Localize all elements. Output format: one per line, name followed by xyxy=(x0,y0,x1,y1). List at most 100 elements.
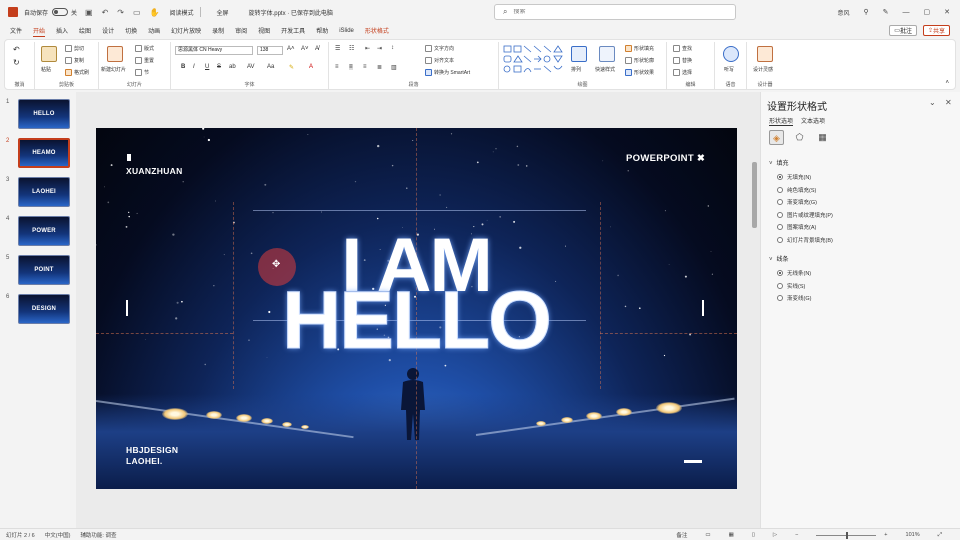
change-case-button[interactable]: Aa xyxy=(267,64,274,70)
italic-button[interactable]: I xyxy=(193,64,195,70)
tab-7[interactable]: 幻灯片放映 xyxy=(171,26,201,36)
microphone-icon[interactable] xyxy=(723,46,739,62)
collapse-ribbon-icon[interactable]: ˄ xyxy=(945,80,949,86)
tab-0[interactable]: 文件 xyxy=(10,26,22,36)
present-icon[interactable]: ▭ xyxy=(133,8,141,17)
shapes-gallery-icon[interactable] xyxy=(503,45,565,75)
user-name[interactable]: 意风 xyxy=(837,8,849,17)
numbering-icon[interactable]: ☷ xyxy=(349,45,354,52)
tab-10[interactable]: 视图 xyxy=(258,26,270,36)
share-button[interactable]: ⇪ 共享 xyxy=(922,25,950,36)
slide-thumbnail[interactable]: 6 DESIGN xyxy=(0,294,76,328)
tab-8[interactable]: 录制 xyxy=(212,26,224,36)
thumbnail-preview[interactable]: HELLO xyxy=(18,99,70,129)
tab-6[interactable]: 动画 xyxy=(148,26,160,36)
arrange-icon[interactable] xyxy=(571,46,587,62)
zoom-level[interactable]: 101% xyxy=(906,532,920,538)
radio-button[interactable] xyxy=(777,270,783,276)
underline-button[interactable]: U xyxy=(205,64,209,70)
redo-icon[interactable]: ↻ xyxy=(13,58,20,67)
slide-thumbnail[interactable]: 5 POINT xyxy=(0,255,76,289)
slide-thumbnail[interactable]: 3 LAOHEI xyxy=(0,177,76,211)
comment-button[interactable]: ▭ 批注 xyxy=(889,25,917,36)
design-ideas-button[interactable]: 设计灵感 xyxy=(753,66,773,73)
current-slide[interactable]: XUANZHUAN POWERPOINT ✖ I AM HELLO HBJDES… xyxy=(96,128,737,489)
slide-thumbnail[interactable]: 1 HELLO xyxy=(0,99,76,133)
zoom-slider[interactable] xyxy=(816,531,877,539)
thumbnail-preview[interactable]: HEAMO xyxy=(18,138,70,168)
reading-mode-button[interactable]: 阅读模式 xyxy=(170,8,194,17)
tab-5[interactable]: 切换 xyxy=(125,26,137,36)
radio-option[interactable]: 图片或纹理填充(P) xyxy=(777,211,833,219)
language-indicator[interactable]: 中文(中国) xyxy=(45,531,71,539)
radio-button[interactable] xyxy=(777,199,783,205)
layout-button[interactable]: 版式 xyxy=(135,45,154,53)
thumbnail-preview[interactable]: POINT xyxy=(18,255,70,285)
clear-format-icon[interactable]: A̸ xyxy=(315,46,319,52)
tab-13[interactable]: iSlide xyxy=(339,28,354,35)
align-text-button[interactable]: 对齐文本 xyxy=(425,57,454,65)
tab-14[interactable]: 形状格式 xyxy=(365,26,389,36)
cut-button[interactable]: 剪切 xyxy=(65,45,84,53)
tab-4[interactable]: 设计 xyxy=(102,26,114,36)
section-button[interactable]: 节 xyxy=(135,69,149,77)
shrink-font-icon[interactable]: A˅ xyxy=(301,46,309,52)
strikethrough-button[interactable]: S xyxy=(217,64,221,70)
fill-section-header[interactable]: ˅ 填充 xyxy=(769,158,789,167)
slide-sorter-icon[interactable]: ▦ xyxy=(729,532,734,538)
bullets-icon[interactable]: ☰ xyxy=(335,45,340,52)
fill-line-icon[interactable]: ◈ xyxy=(769,130,784,145)
fullscreen-button[interactable]: 全屏 xyxy=(217,8,229,17)
radio-option[interactable]: 实线(S) xyxy=(777,282,805,290)
quick-styles-button[interactable]: 快速样式 xyxy=(595,66,615,73)
radio-button[interactable] xyxy=(777,295,783,301)
radio-option[interactable]: 图案填充(A) xyxy=(777,223,816,231)
slide-title-line2[interactable]: HELLO xyxy=(246,279,586,362)
font-name-select[interactable]: 思源黑体 CN Heavy xyxy=(175,46,253,55)
paste-button[interactable]: 粘贴 xyxy=(41,66,51,73)
shape-effects-button[interactable]: 形状效果 xyxy=(625,69,654,77)
thumbnail-preview[interactable]: DESIGN xyxy=(18,294,70,324)
designer-icon[interactable] xyxy=(757,46,773,62)
radio-option[interactable]: 渐变填充(G) xyxy=(777,198,817,206)
align-center-icon[interactable]: ≡ xyxy=(349,64,353,70)
radio-option[interactable]: 渐变线(G) xyxy=(777,294,811,302)
tab-1[interactable]: 开始 xyxy=(33,26,46,37)
autosave-toggle[interactable] xyxy=(52,8,69,16)
shape-fill-button[interactable]: 形状填充 xyxy=(625,45,654,53)
radio-option[interactable]: 幻灯片背景填充(B) xyxy=(777,236,833,244)
align-right-icon[interactable]: ≡ xyxy=(363,64,367,70)
font-color-icon[interactable]: A xyxy=(309,64,313,70)
tab-shape-options[interactable]: 形状选项 xyxy=(769,116,794,126)
char-spacing-button[interactable]: AV xyxy=(247,64,255,70)
maximize-icon[interactable]: ▢ xyxy=(924,8,931,16)
size-properties-icon[interactable]: ▦ xyxy=(815,130,830,145)
font-size-select[interactable]: 138 xyxy=(257,46,283,55)
reset-button[interactable]: 重置 xyxy=(135,57,154,65)
radio-button[interactable] xyxy=(777,186,783,193)
reading-view-icon[interactable]: ▯ xyxy=(752,532,755,538)
mic-icon[interactable]: ⚲ xyxy=(863,8,868,16)
replace-button[interactable]: 替换 xyxy=(673,57,692,65)
radio-button[interactable] xyxy=(777,282,783,289)
save-icon[interactable]: ▣ xyxy=(85,8,93,17)
paste-icon[interactable] xyxy=(41,46,57,62)
close-icon[interactable]: ✕ xyxy=(944,8,950,16)
radio-option[interactable]: 无填充(N) xyxy=(777,173,811,181)
tab-3[interactable]: 绘图 xyxy=(79,26,91,36)
notes-button[interactable]: 备注 xyxy=(676,531,687,539)
normal-view-icon[interactable]: ▭ xyxy=(705,532,710,538)
thumbnail-preview[interactable]: LAOHEI xyxy=(18,177,70,207)
dictate-button[interactable]: 听写 xyxy=(724,66,734,73)
shape-outline-button[interactable]: 形状轮廓 xyxy=(625,57,654,65)
slideshow-icon[interactable]: ▷ xyxy=(773,532,777,538)
undo-icon[interactable]: ↶ xyxy=(102,8,109,17)
new-slide-icon[interactable] xyxy=(107,46,123,62)
radio-option[interactable]: 无线条(N) xyxy=(777,269,811,277)
smartart-button[interactable]: 转换为 SmartArt xyxy=(425,69,470,77)
search-box[interactable]: ⌕ xyxy=(494,4,736,20)
outdent-icon[interactable]: ⇥ xyxy=(377,45,382,52)
pen-icon[interactable]: ✎ xyxy=(883,8,889,16)
touch-icon[interactable]: ✋ xyxy=(150,8,160,17)
search-input[interactable] xyxy=(513,9,714,15)
